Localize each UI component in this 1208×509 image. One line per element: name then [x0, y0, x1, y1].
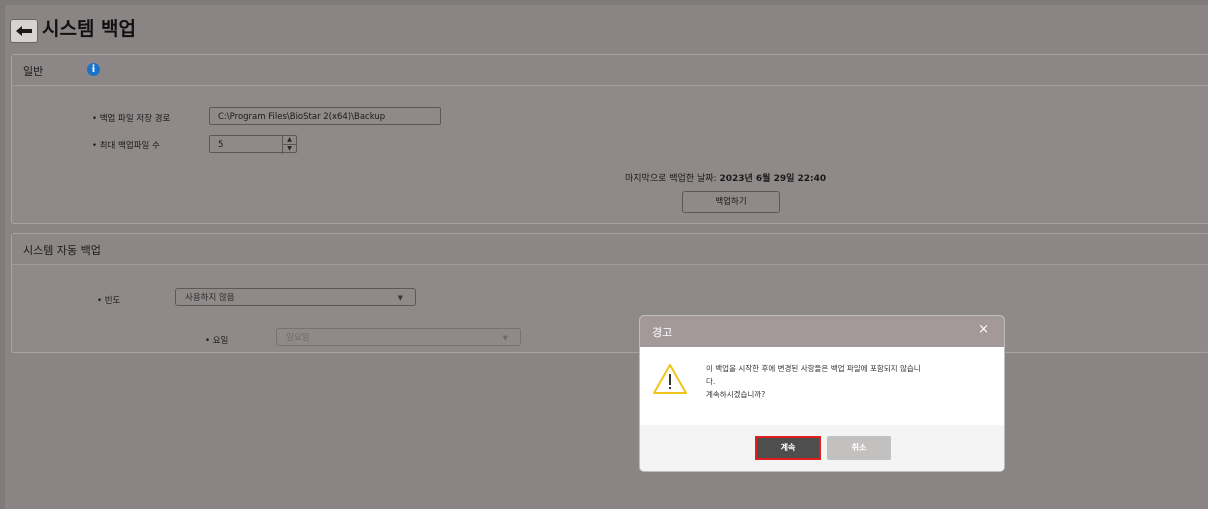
- stepper-down-icon[interactable]: ▼: [283, 145, 296, 153]
- backup-path-field[interactable]: C:\Program Files\BioStar 2(x64)\Backup: [209, 107, 441, 125]
- general-panel-header: 일반 i: [12, 55, 1208, 86]
- continue-button[interactable]: 계속: [755, 436, 821, 460]
- dialog-footer: 계속 취소: [640, 425, 1004, 471]
- dialog-message: 이 백업을 시작한 후에 변경된 사항들은 백업 파일에 포함되지 않습니 다.…: [706, 362, 986, 401]
- backup-now-button[interactable]: 백업하기: [682, 191, 780, 213]
- backup-path-label: • 백업 파일 저장 경로: [92, 114, 171, 124]
- stepper-up-icon[interactable]: ▲: [283, 136, 296, 145]
- general-panel-title: 일반: [23, 65, 44, 78]
- max-backup-value: 5: [218, 140, 224, 150]
- info-icon[interactable]: i: [87, 63, 100, 76]
- chevron-down-icon: ▼: [397, 294, 403, 302]
- frequency-select[interactable]: 사용하지 않음 ▼: [175, 288, 416, 306]
- weekday-select: 일요일 ▼: [276, 328, 521, 346]
- last-backup-label: 마지막으로 백업한 날짜:: [625, 174, 717, 184]
- last-backup-value: 2023년 6월 29일 22:40: [719, 174, 827, 184]
- warning-dialog: 경고 × 이 백업을 시작한 후에 변경된 사항들은 백업 파일에 포함되지 않…: [639, 315, 1005, 472]
- cancel-button[interactable]: 취소: [827, 436, 891, 460]
- weekday-value: 일요일: [286, 333, 310, 343]
- weekday-label: • 요일: [205, 336, 229, 346]
- page-frame: 시스템 백업 일반 i • 백업 파일 저장 경로 C:\Program Fil…: [5, 5, 1208, 509]
- page-header: 시스템 백업: [5, 5, 1208, 49]
- frequency-label: • 빈도: [97, 296, 121, 306]
- dialog-message-line1: 이 백업을 시작한 후에 변경된 사항들은 백업 파일에 포함되지 않습니: [706, 364, 921, 373]
- auto-backup-panel: 시스템 자동 백업 • 빈도 사용하지 않음 ▼ • 요일 일요일 ▼: [11, 233, 1208, 353]
- auto-backup-panel-title: 시스템 자동 백업: [23, 244, 101, 257]
- last-backup-text: 마지막으로 백업한 날짜: 2023년 6월 29일 22:40: [625, 171, 826, 184]
- warning-icon: [653, 364, 687, 394]
- dialog-message-line2: 다.: [706, 377, 716, 386]
- max-backup-label: • 최대 백업파일 수: [92, 141, 160, 151]
- dialog-message-line3: 계속하시겠습니까?: [706, 390, 766, 399]
- chevron-down-icon: ▼: [502, 334, 508, 342]
- auto-backup-panel-header: 시스템 자동 백업: [12, 234, 1208, 265]
- general-panel: 일반 i • 백업 파일 저장 경로 C:\Program Files\BioS…: [11, 54, 1208, 224]
- back-button[interactable]: [10, 19, 38, 43]
- close-icon[interactable]: ×: [978, 322, 989, 337]
- frequency-value: 사용하지 않음: [185, 293, 235, 303]
- arrow-left-icon: [16, 26, 32, 36]
- max-backup-stepper[interactable]: 5 ▲ ▼: [209, 135, 297, 154]
- dialog-header: 경고 ×: [640, 316, 1004, 347]
- stepper-arrows[interactable]: ▲ ▼: [282, 136, 296, 154]
- page-title: 시스템 백업: [42, 18, 137, 40]
- dialog-title: 경고: [652, 326, 673, 339]
